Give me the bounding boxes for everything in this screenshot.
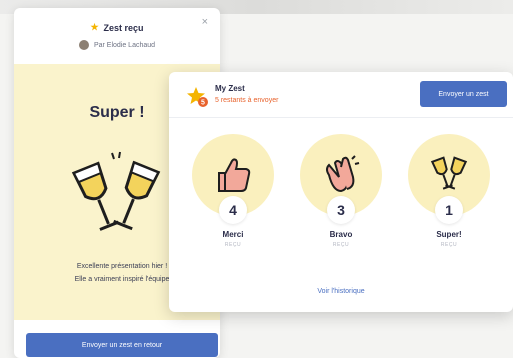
clapping-hands-icon [326, 155, 360, 193]
zest-super[interactable]: 1 Super! REÇU [405, 134, 493, 248]
received-zest-header: × ★ Zest reçu Par Elodie Lachaud [14, 8, 220, 64]
champagne-glasses-icon [71, 151, 161, 231]
zest-count: 1 [435, 196, 463, 224]
close-icon[interactable]: × [202, 16, 208, 28]
received-zest-title-row: ★ Zest reçu [14, 22, 220, 33]
champagne-glasses-icon [430, 156, 468, 190]
zest-label: Merci [222, 230, 244, 239]
zest-label: Bravo [329, 230, 353, 239]
zest-label: Super! [436, 230, 462, 239]
sender-row: Par Elodie Lachaud [14, 40, 220, 50]
my-zest-card: 5 My Zest 5 restants à envoyer Envoyer u… [169, 72, 513, 312]
zest-caption: REÇU [332, 242, 350, 248]
send-zest-button[interactable]: Envoyer un zest [420, 81, 507, 107]
zest-merci[interactable]: 4 Merci REÇU [189, 134, 277, 248]
thumbs-up-icon [218, 158, 251, 192]
zest-count: 3 [327, 196, 355, 224]
sender-name: Par Elodie Lachaud [93, 41, 156, 49]
zest-count: 4 [219, 196, 247, 224]
my-zest-title: My Zest [215, 84, 245, 93]
history-link[interactable]: Voir l'historique [169, 288, 513, 295]
zest-caption: REÇU [440, 242, 458, 248]
received-zest-title: Zest reçu [103, 22, 144, 33]
zest-caption: REÇU [224, 242, 242, 248]
remaining-count-badge: 5 [201, 100, 205, 107]
send-zest-back-button[interactable]: Envoyer un zest en retour [26, 333, 218, 357]
zest-bravo[interactable]: 3 Bravo REÇU [297, 134, 385, 248]
my-zest-header: 5 My Zest 5 restants à envoyer Envoyer u… [169, 72, 513, 118]
avatar [78, 40, 89, 50]
star-badge-icon: 5 [187, 87, 208, 107]
remaining-zests-text: 5 restants à envoyer [215, 97, 279, 104]
star-icon: ★ [90, 22, 99, 32]
